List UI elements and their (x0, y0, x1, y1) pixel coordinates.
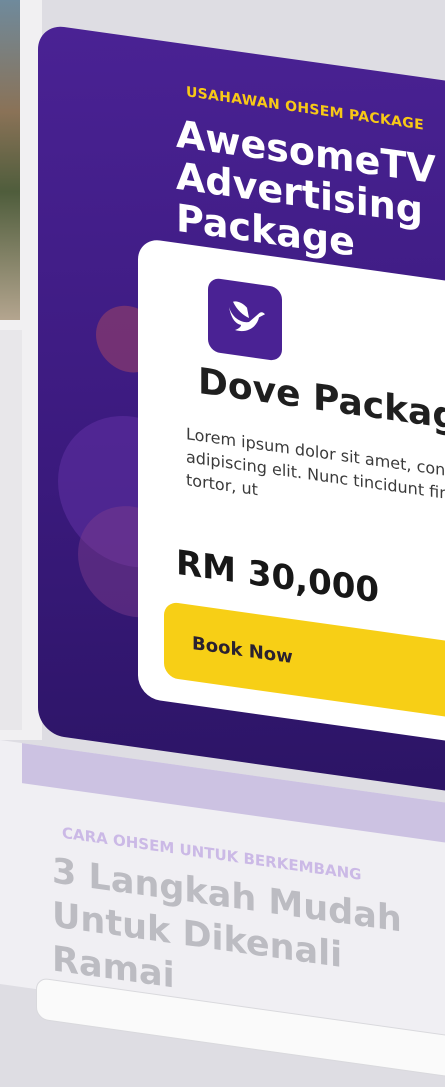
package-description: Lorem ipsum dolor sit amet, consectetur … (186, 424, 445, 508)
carousel-dot-prev (99, 746, 104, 753)
book-now-button[interactable]: Book Now (164, 601, 445, 730)
package-price: RM 30,000 (176, 542, 380, 612)
package-card: Dove Package Lorem ipsum dolor sit amet,… (138, 237, 445, 754)
carousel-dot-prev (86, 745, 91, 751)
dove-icon (208, 277, 282, 362)
package-hero: USAHAWAN OHSEM PACKAGE AwesomeTV Adverti… (38, 23, 445, 801)
